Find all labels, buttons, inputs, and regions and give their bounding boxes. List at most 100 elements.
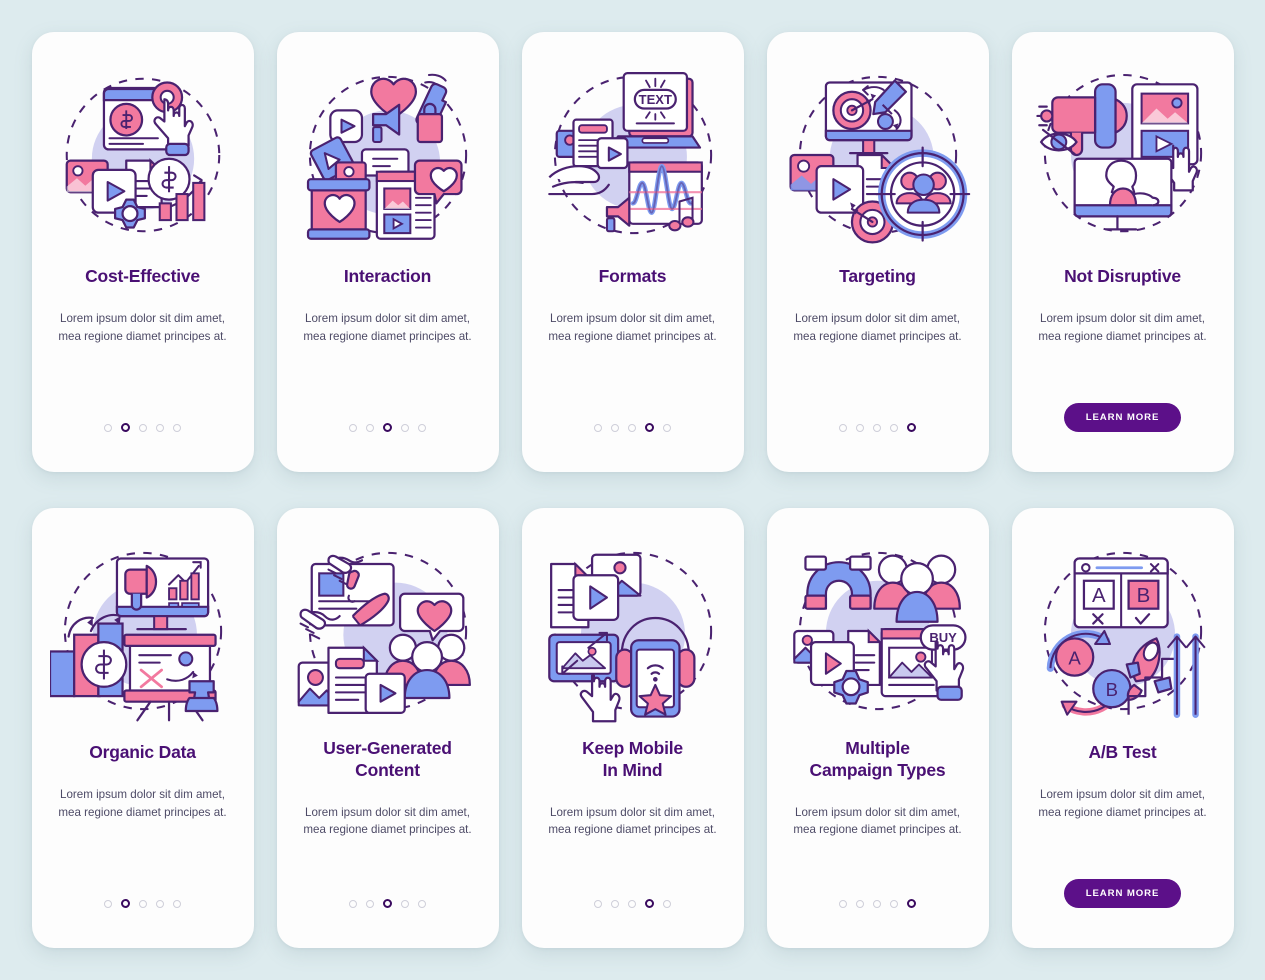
formats-illustration: TEXT [547,72,712,235]
cost-effective-illustration [65,77,220,233]
card-body-text: Lorem ipsum dolor sit dim amet, mea regi… [58,312,227,343]
card-title: Organic Data [89,742,196,762]
onboarding-card-ab-test: A B A B A/B Test Lorem ipsum dolor sit di… [1011,508,1234,948]
card-body-text: Lorem ipsum dolor sit dim amet, mea regi… [58,788,227,819]
pagination-dot-active[interactable] [383,423,392,432]
svg-text:A: A [1091,584,1105,607]
card-body-text: Lorem ipsum dolor sit dim amet, mea regi… [1038,312,1207,343]
pagination-dot[interactable] [104,423,112,432]
card-title-line: Content [355,759,420,780]
card-title: Interaction [343,266,432,286]
card-title: Targeting [839,266,916,286]
pagination-dot[interactable] [104,899,112,908]
pagination-dots [594,899,671,908]
pagination-dots [349,423,426,432]
card-body-text: Lorem ipsum dolor sit dim amet, mea regi… [548,312,717,343]
pagination-dot[interactable] [366,899,374,908]
pagination-dot-active[interactable] [121,423,130,432]
onboarding-screens-board: Cost-Effective Lorem ipsum dolor sit dim … [0,0,1265,980]
pagination-dot[interactable] [594,899,602,908]
pagination-dot[interactable] [839,899,847,908]
onboarding-card-cost-effective: Cost-Effective Lorem ipsum dolor sit dim … [31,32,254,472]
card-title: Not Disruptive [1064,266,1181,286]
learn-more-button[interactable]: LEARN MORE [1063,879,1182,908]
pagination-dot[interactable] [156,899,164,908]
organic-data-illustration [49,551,222,722]
pagination-dot[interactable] [401,899,409,908]
card-body-text: Lorem ipsum dolor sit dim amet, mea regi… [303,312,472,343]
pagination-dots [104,423,181,432]
pagination-dot[interactable] [873,423,881,432]
pagination-dots [594,423,671,432]
pagination-dot[interactable] [173,423,181,432]
card-body-text: Lorem ipsum dolor sit dim amet, mea regi… [548,805,717,837]
ab-test-illustration: A B A B [1043,551,1206,718]
pagination-dot[interactable] [856,423,864,432]
targeting-illustration [788,75,970,244]
pagination-dots [104,899,181,908]
card-body-text: Lorem ipsum dolor sit dim amet, mea regi… [793,312,962,343]
pagination-dot[interactable] [663,423,671,432]
pagination-dot[interactable] [139,423,147,432]
pagination-dot[interactable] [401,423,409,432]
not-disruptive-illustration [1035,73,1202,233]
pagination-dot[interactable] [663,899,671,908]
pagination-dot[interactable] [349,423,357,432]
pagination-dots [839,423,916,432]
card-body-text: Lorem ipsum dolor sit dim amet, mea regi… [1038,788,1207,819]
pagination-dot[interactable] [611,423,619,432]
svg-text:B: B [1105,679,1117,700]
user-generated-content-illustration [297,551,471,714]
pagination-dot-active[interactable] [907,899,916,908]
pagination-dot[interactable] [594,423,602,432]
pagination-dot[interactable] [890,423,898,432]
pagination-dot[interactable] [890,899,898,908]
pagination-dot[interactable] [611,899,619,908]
onboarding-card-not-disruptive: Not Disruptive Lorem ipsum dolor sit dim … [1011,32,1234,472]
pagination-dot-active[interactable] [383,899,392,908]
pagination-dot[interactable] [349,899,357,908]
onboarding-card-interaction: Interaction Lorem ipsum dolor sit dim ame… [276,32,499,472]
pagination-dot[interactable] [418,899,426,908]
card-title: Cost-Effective [85,266,200,286]
card-title-line: User-Generated [323,738,452,758]
card-title: Formats [598,266,667,286]
onboarding-card-user-generated-content: User-Generated Content Lorem ipsum dolor s… [276,508,499,948]
pagination-dot[interactable] [366,423,374,432]
pagination-dot-active[interactable] [121,899,130,908]
onboarding-card-multiple-campaign-types: BUY Multiple Campaign Types Lorem ipsum do… [766,508,989,948]
onboarding-card-organic-data: Organic Data Lorem ipsum dolor sit dim am… [31,508,254,948]
multiple-campaign-types-illustration: BUY [792,551,967,711]
onboarding-card-formats: TEXT Formats Lorem ipsum dolor sit dim am… [521,32,744,472]
svg-text:A: A [1068,647,1081,668]
learn-more-button[interactable]: LEARN MORE [1063,403,1182,432]
card-title: A/B Test [1088,742,1157,762]
pagination-dot[interactable] [856,899,864,908]
card-title-line: Multiple [845,738,910,758]
pagination-dot[interactable] [873,899,881,908]
pagination-dots [839,899,916,908]
card-title-line: Campaign Types [809,759,946,780]
card-body-text: Lorem ipsum dolor sit dim amet, mea regi… [793,805,962,837]
keep-mobile-in-mind-illustration [547,551,712,723]
pagination-dot[interactable] [418,423,426,432]
card-title-line: In Mind [602,759,663,780]
pagination-dot-active[interactable] [907,423,916,432]
card-grid: Cost-Effective Lorem ipsum dolor sit dim … [0,0,1265,980]
pagination-dot[interactable] [156,423,164,432]
card-title: Multiple Campaign Types [810,738,946,782]
pagination-dots [349,899,426,908]
pagination-dot[interactable] [839,423,847,432]
pagination-dot[interactable] [628,423,636,432]
pagination-dot-active[interactable] [645,423,654,432]
onboarding-card-targeting: Targeting Lorem ipsum dolor sit dim amet,… [766,32,989,472]
interaction-illustration [306,73,467,240]
onboarding-card-keep-mobile-in-mind: Keep Mobile In Mind Lorem ipsum dolor sit … [521,508,744,948]
svg-text:B: B [1136,584,1150,607]
pagination-dot-active[interactable] [645,899,654,908]
pagination-dot[interactable] [139,899,147,908]
svg-text:BUY: BUY [929,630,957,645]
pagination-dot[interactable] [173,899,181,908]
pagination-dot[interactable] [628,899,636,908]
card-title: User-Generated Content [323,738,452,782]
